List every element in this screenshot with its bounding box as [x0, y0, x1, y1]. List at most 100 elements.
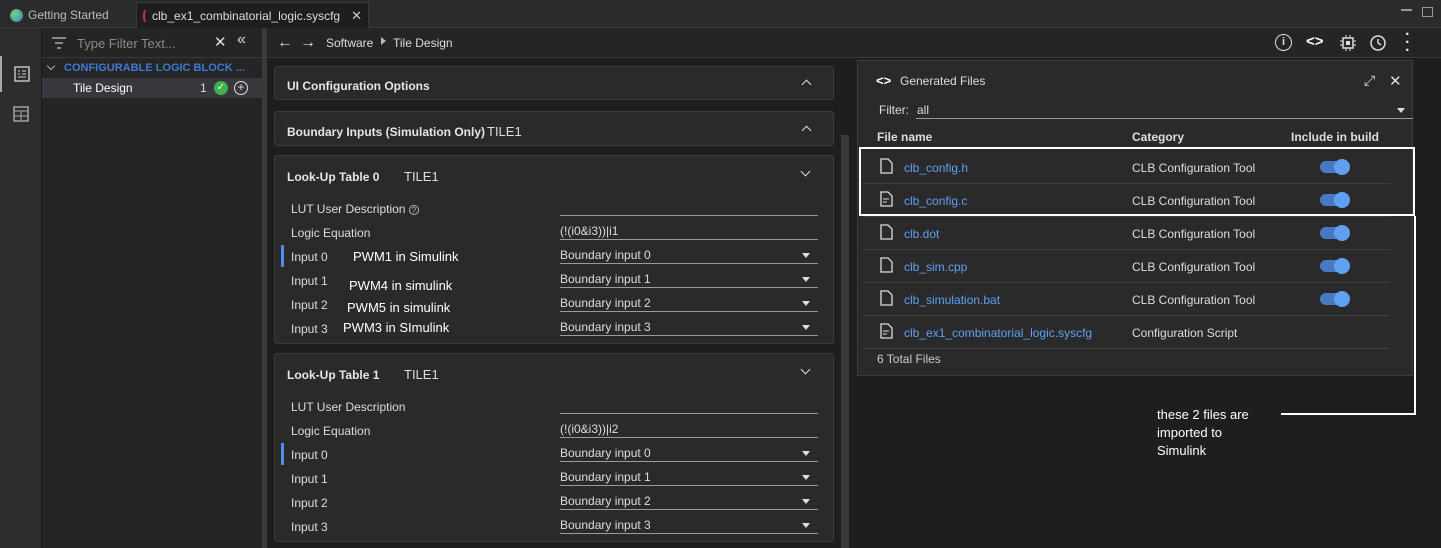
close-icon[interactable]: ✕ [1389, 72, 1402, 90]
input1-label: Input 1 [291, 274, 328, 288]
code-view-icon[interactable]: <> [1306, 33, 1324, 50]
include-toggle[interactable] [1320, 291, 1350, 307]
logic-equation-label: Logic Equation [291, 226, 371, 240]
input2-label: Input 2 [291, 298, 328, 312]
input3-label: Input 3 [291, 520, 328, 534]
annotation-line: imported to [1157, 425, 1223, 440]
file-category: Configuration Script [1132, 326, 1238, 340]
tab-getting-started[interactable]: Getting Started [4, 2, 132, 28]
file-row[interactable]: clb_simulation.bat CLB Configuration Too… [862, 283, 1390, 316]
input0-label: Input 0 [291, 250, 328, 264]
file-link[interactable]: clb.dot [904, 227, 939, 241]
column-file-name[interactable]: File name [877, 130, 932, 144]
file-icon [880, 290, 893, 306]
config-scrollbar[interactable] [841, 135, 849, 548]
back-arrow-icon[interactable]: ← [277, 34, 293, 52]
lut0-card: Look-Up Table 0 TILE1 LUT User Descripti… [274, 155, 834, 344]
include-toggle[interactable] [1320, 225, 1350, 241]
file-category: CLB Configuration Tool [1132, 260, 1256, 274]
forward-arrow-icon[interactable]: → [300, 34, 316, 52]
annotation-connector-vertical [1414, 216, 1416, 415]
file-icon [880, 224, 893, 240]
file-icon [880, 257, 893, 273]
active-row-indicator [281, 443, 284, 465]
chevron-down-icon [46, 61, 56, 70]
lut-description-label: LUT User Description [291, 400, 406, 414]
card-title: Boundary Inputs (Simulation Only) [287, 125, 485, 139]
file-category: CLB Configuration Tool [1132, 227, 1256, 241]
include-toggle[interactable] [1320, 258, 1350, 274]
minimize-icon[interactable] [1401, 9, 1412, 13]
input1-label: Input 1 [291, 472, 328, 486]
tab-label: Getting Started [28, 8, 109, 22]
column-category[interactable]: Category [1132, 130, 1184, 144]
annotation-line: these 2 files are [1157, 407, 1249, 422]
tree-group-label: CONFIGURABLE LOGIC BLOCK ... [64, 61, 245, 74]
panel-splitter[interactable] [263, 28, 267, 548]
logic-equation-input[interactable]: (!(i0&i3))|i1 [560, 222, 818, 240]
outline-view-button[interactable] [0, 56, 42, 92]
more-options-icon[interactable]: · · · [1405, 27, 1410, 59]
input2-label: Input 2 [291, 496, 328, 510]
collapse-panel-icon[interactable]: « [237, 31, 246, 49]
lut-description-input[interactable] [560, 198, 818, 216]
breadcrumb-tile-design[interactable]: Tile Design [393, 36, 453, 50]
expand-icon[interactable]: ⤢ [1364, 72, 1375, 89]
file-row[interactable]: clb_sim.cpp CLB Configuration Tool [862, 250, 1390, 283]
globe-icon [10, 8, 23, 22]
input1-select[interactable]: Boundary input 1 [560, 468, 818, 486]
annotation-pwm1: PWM1 in Simulink [353, 249, 459, 264]
lut-description-input[interactable] [560, 396, 818, 414]
input0-select[interactable]: Boundary input 0 [560, 444, 818, 462]
check-circle-icon: ✓ [214, 81, 228, 95]
history-icon[interactable] [1369, 34, 1387, 52]
logic-equation-input[interactable]: (!(i0&i3))|i2 [560, 420, 818, 438]
input2-select[interactable]: Boundary input 2 [560, 294, 818, 312]
chip-icon[interactable] [1339, 34, 1357, 52]
input2-select[interactable]: Boundary input 2 [560, 492, 818, 510]
add-instance-icon[interactable]: + [234, 81, 248, 95]
file-row[interactable]: clb_ex1_combinatorial_logic.syscfg Confi… [862, 316, 1390, 349]
code-view-icon: <> [876, 73, 892, 88]
tree-item-label: Tile Design [73, 81, 133, 95]
info-icon[interactable]: i [1275, 34, 1292, 51]
calculator-view-button[interactable] [0, 96, 42, 132]
breadcrumb-software[interactable]: Software [326, 36, 373, 50]
file-link[interactable]: clb_ex1_combinatorial_logic.syscfg [904, 326, 1092, 340]
chevron-up-icon[interactable] [801, 125, 812, 136]
ui-config-options-card[interactable]: UI Configuration Options [274, 66, 834, 100]
input3-select[interactable]: Boundary input 3 [560, 318, 818, 336]
close-tab-icon[interactable]: ✕ [351, 8, 362, 24]
card-title: UI Configuration Options [287, 79, 430, 93]
tab-label: clb_ex1_combinatorial_logic.syscfg [152, 8, 341, 23]
input0-select[interactable]: Boundary input 0 [560, 246, 818, 264]
chevron-up-icon[interactable] [801, 79, 812, 90]
highlight-box [859, 147, 1415, 216]
tree-group-clb[interactable]: CONFIGURABLE LOGIC BLOCK ... [42, 59, 263, 76]
file-filter-select[interactable]: all [916, 101, 1413, 119]
lut-description-label: LUT User Description ? [291, 202, 419, 216]
file-row[interactable]: clb.dot CLB Configuration Tool [862, 217, 1390, 250]
activity-rail [0, 28, 42, 548]
input3-select[interactable]: Boundary input 3 [560, 516, 818, 534]
breadcrumb-bar: ← → Software Tile Design i <> · · · [267, 27, 1441, 59]
file-link[interactable]: clb_sim.cpp [904, 260, 967, 274]
chevron-down-icon[interactable] [800, 364, 811, 375]
chevron-down-icon[interactable] [800, 166, 811, 177]
tree-item-tile-design[interactable]: Tile Design 1 ✓ + [42, 78, 263, 98]
total-files-count: 6 Total Files [877, 352, 941, 366]
maximize-icon[interactable] [1422, 7, 1433, 17]
tree-filter-input[interactable] [77, 34, 207, 52]
column-include[interactable]: Include in build [1291, 130, 1379, 144]
input1-select[interactable]: Boundary input 1 [560, 270, 818, 288]
tab-syscfg[interactable]: clb_ex1_combinatorial_logic.syscfg ✕ [136, 2, 369, 28]
file-link[interactable]: clb_simulation.bat [904, 293, 1000, 307]
help-icon[interactable]: ? [408, 205, 419, 215]
annotation-connector-horizontal [1281, 413, 1416, 415]
filter-label: Filter: [879, 103, 909, 117]
boundary-inputs-card[interactable]: Boundary Inputs (Simulation Only) TILE1 [274, 111, 834, 146]
clear-filter-icon[interactable]: ✕ [214, 33, 227, 51]
generated-files-panel: <> Generated Files ⤢ ✕ Filter: all File … [857, 60, 1413, 376]
file-category: CLB Configuration Tool [1132, 293, 1256, 307]
annotation-pwm3: PWM3 in SImulink [343, 320, 450, 335]
